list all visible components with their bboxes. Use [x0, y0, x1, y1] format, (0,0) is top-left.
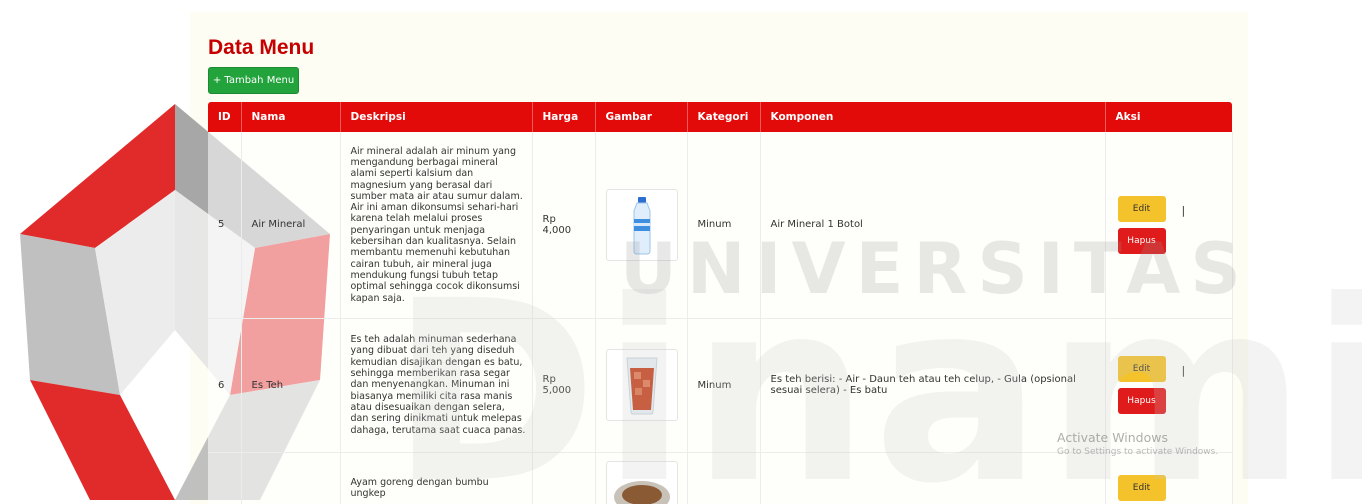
cell-id: 5	[208, 132, 242, 319]
cell-gambar	[595, 452, 688, 504]
cell-deskripsi: Es teh adalah minuman sederhana yang dib…	[340, 318, 533, 453]
cell-id	[208, 452, 242, 504]
menu-image-iced-tea[interactable]	[605, 349, 678, 421]
cell-harga: Rp 5,000	[532, 318, 596, 453]
table-header-row: ID Nama Deskripsi Harga Gambar Kategori …	[208, 102, 1232, 132]
header-deskripsi[interactable]: Deskripsi	[340, 102, 533, 132]
water-bottle-icon	[633, 196, 650, 255]
cell-harga	[532, 452, 596, 504]
cell-harga: Rp 4,000	[532, 132, 596, 319]
header-nama[interactable]: Nama	[241, 102, 341, 132]
separator: |	[1181, 203, 1186, 217]
cell-aksi: Edit	[1105, 452, 1233, 504]
activate-windows-subtitle: Go to Settings to activate Windows.	[1057, 447, 1219, 457]
delete-button[interactable]: Hapus	[1117, 388, 1166, 414]
header-harga[interactable]: Harga	[532, 102, 596, 132]
cell-gambar	[595, 318, 688, 453]
cell-kategori: Minum	[687, 318, 761, 453]
edit-button[interactable]: Edit	[1117, 195, 1166, 222]
logo-blade	[30, 380, 175, 500]
description-text: Ayam goreng dengan bumbu ungkep	[350, 476, 489, 499]
header-id[interactable]: ID	[208, 102, 242, 132]
cell-komponen	[760, 452, 1106, 504]
header-komponen[interactable]: Komponen	[760, 102, 1106, 132]
menu-image-fried-chicken[interactable]	[605, 460, 678, 504]
separator: |	[1181, 364, 1186, 377]
cell-kategori: Minum	[687, 132, 761, 319]
description-text: Air mineral adalah air minum yang mengan…	[350, 145, 523, 304]
action-group: Edit | Hapus	[1116, 195, 1222, 254]
page-title: Data Menu	[208, 36, 315, 59]
edit-button[interactable]: Edit	[1117, 356, 1166, 382]
cell-komponen: Air Mineral 1 Botol	[760, 132, 1106, 319]
cell-aksi: Edit | Hapus	[1105, 132, 1233, 319]
add-menu-button[interactable]: + Tambah Menu	[208, 67, 299, 94]
activate-windows-notice: Activate Windows Go to Settings to activ…	[1057, 430, 1218, 457]
cell-gambar	[595, 132, 688, 319]
cell-kategori	[687, 452, 761, 504]
cell-komponen: Es teh berisi: - Air - Daun teh atau teh…	[760, 318, 1106, 453]
table-row: Ayam goreng dengan bumbu ungkep Edit	[208, 452, 1233, 504]
iced-tea-icon	[625, 357, 658, 415]
cell-id: 6	[208, 318, 242, 453]
action-group: Edit | Hapus	[1116, 356, 1222, 414]
header-aksi[interactable]: Aksi	[1105, 102, 1232, 132]
cell-deskripsi: Air mineral adalah air minum yang mengan…	[340, 132, 533, 319]
action-group: Edit	[1116, 453, 1222, 501]
activate-windows-title: Activate Windows	[1057, 430, 1168, 445]
cell-nama	[241, 452, 341, 504]
delete-button[interactable]: Hapus	[1117, 227, 1166, 254]
page: Data Menu + Tambah Menu ID Nama Deskrips…	[0, 0, 1362, 504]
description-text: Es teh adalah minuman sederhana yang dib…	[350, 334, 526, 436]
header-kategori[interactable]: Kategori	[687, 102, 761, 132]
cell-deskripsi: Ayam goreng dengan bumbu ungkep	[340, 452, 533, 504]
cell-nama: Es Teh	[241, 318, 341, 453]
menu-image-water-bottle[interactable]	[605, 188, 678, 261]
header-gambar[interactable]: Gambar	[595, 102, 688, 132]
cell-nama: Air Mineral	[241, 132, 341, 319]
table-row: 5 Air Mineral Air mineral adalah air min…	[208, 132, 1233, 319]
fried-chicken-icon	[613, 481, 670, 504]
edit-button[interactable]: Edit	[1117, 474, 1166, 501]
